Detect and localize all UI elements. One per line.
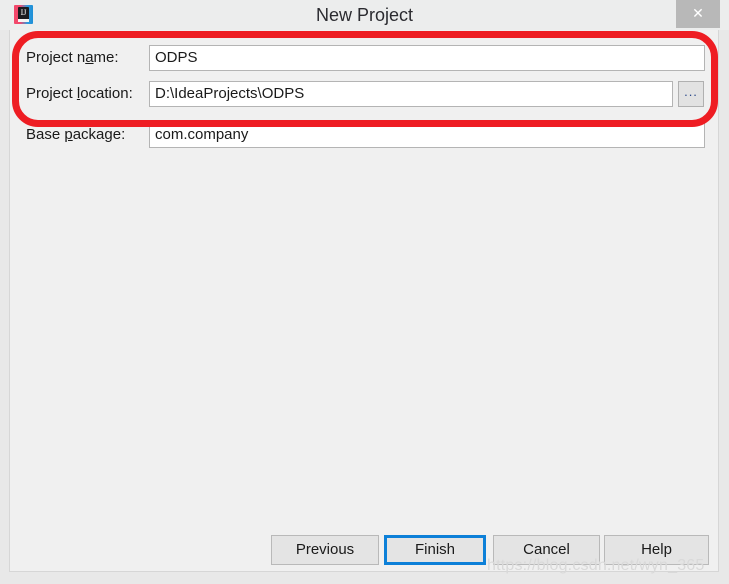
new-project-dialog: IJ New Project ✕ Project name: ODPS Proj… [0, 0, 729, 584]
row-project-location: Project location: D:\IdeaProjects\ODPS .… [10, 81, 718, 107]
close-icon: ✕ [692, 5, 704, 21]
page-title: New Project [315, 5, 414, 25]
close-button[interactable]: ✕ [676, 0, 720, 28]
ellipsis-icon: ... [684, 84, 698, 99]
project-name-input[interactable]: ODPS [149, 45, 705, 71]
project-name-label: Project name: [26, 49, 119, 66]
titlebar: IJ New Project ✕ [0, 0, 729, 30]
window-right-edge [719, 30, 729, 572]
dialog-content: Project name: ODPS Project location: D:\… [9, 30, 719, 572]
base-package-label: Base package: [26, 126, 126, 143]
watermark-text: https://blog.csdn.net/wyn_365 [487, 557, 705, 574]
browse-button[interactable]: ... [678, 81, 704, 107]
previous-button[interactable]: Previous [271, 535, 379, 565]
project-location-label: Project location: [26, 85, 133, 102]
base-package-input[interactable]: com.company [149, 122, 705, 148]
row-project-name: Project name: ODPS [10, 45, 718, 71]
window-left-edge [0, 30, 9, 572]
row-base-package: Base package: com.company [10, 122, 718, 148]
finish-button[interactable]: Finish [384, 535, 486, 565]
project-location-input[interactable]: D:\IdeaProjects\ODPS [149, 81, 673, 107]
